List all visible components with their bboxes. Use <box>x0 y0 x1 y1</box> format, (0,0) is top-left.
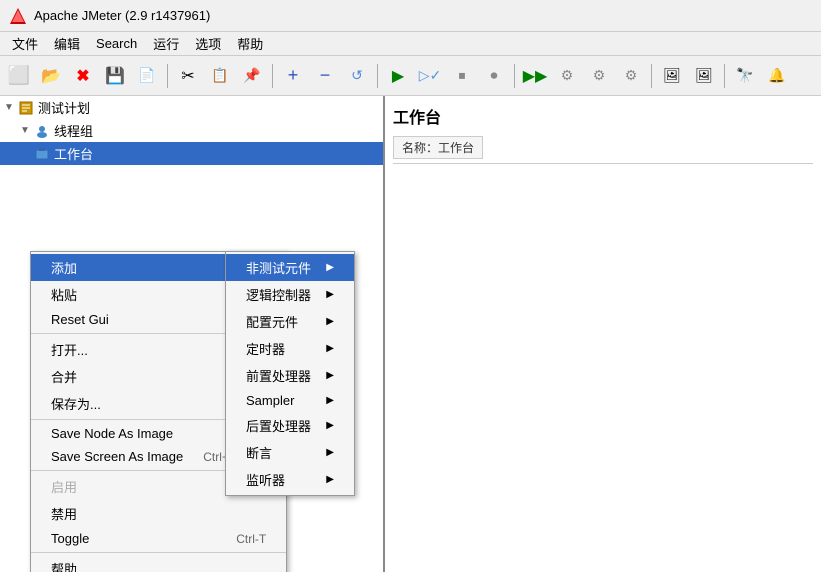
ctx-help[interactable]: 帮助 <box>31 555 286 572</box>
toolbar-sep5 <box>651 64 652 88</box>
right-panel-title: 工作台 <box>393 104 813 128</box>
ctx2-listener[interactable]: 监听器 ▶ <box>226 466 354 493</box>
toolbar: ⬜ 📂 ✖ 💾 📄 ✂ 📋 📌 + − ↺ ▶ ▷✓ ⏹ ⏺ ▶▶ ⚙ ⚙ ⚙ … <box>0 56 821 96</box>
ctx2-assertion-arrow: ▶ <box>326 447 334 458</box>
left-panel: ▼ 测试计划 ▼ 线程组 工作台 添加 ▶ <box>0 96 385 572</box>
toolbar-sep6 <box>724 64 725 88</box>
toolbar-img2[interactable]: 🖼 <box>689 61 719 91</box>
ctx-disable[interactable]: 禁用 <box>31 500 286 527</box>
main-area: ▼ 测试计划 ▼ 线程组 工作台 添加 ▶ <box>0 96 821 572</box>
toolbar-copy[interactable]: 📋 <box>205 61 235 91</box>
menu-search[interactable]: Search <box>88 34 145 53</box>
toolbar-save[interactable]: 💾 <box>100 61 130 91</box>
app-icon <box>8 6 28 26</box>
icon-test-plan <box>18 100 34 116</box>
toolbar-open[interactable]: 📂 <box>36 61 66 91</box>
toolbar-close[interactable]: ✖ <box>68 61 98 91</box>
toolbar-remote[interactable]: ▶▶ <box>520 61 550 91</box>
toolbar-bell[interactable]: 🔔 <box>762 61 792 91</box>
icon-workbench <box>34 146 50 162</box>
toolbar-binoculars[interactable]: 🔭 <box>730 61 760 91</box>
ctx2-logic-ctrl[interactable]: 逻辑控制器 ▶ <box>226 281 354 308</box>
ctx-sep4 <box>31 552 286 553</box>
ctx2-sampler[interactable]: Sampler ▶ <box>226 389 354 412</box>
toolbar-run[interactable]: ▶ <box>383 61 413 91</box>
toolbar-cut[interactable]: ✂ <box>173 61 203 91</box>
toolbar-collapse[interactable]: − <box>310 61 340 91</box>
context-menu-2: 非测试元件 ▶ 逻辑控制器 ▶ 配置元件 ▶ 定时器 ▶ 前置处理器 ▶ <box>225 251 355 496</box>
toolbar-img1[interactable]: 🖼 <box>657 61 687 91</box>
title-bar: Apache JMeter (2.9 r1437961) <box>0 0 821 32</box>
toolbar-expand[interactable]: + <box>278 61 308 91</box>
menu-edit[interactable]: 编辑 <box>46 32 88 55</box>
tree-label-thread-group: 线程组 <box>54 121 93 140</box>
toolbar-gear2[interactable]: ⚙ <box>584 61 614 91</box>
toolbar-sep4 <box>514 64 515 88</box>
tree-label-test-plan: 测试计划 <box>38 98 90 117</box>
ctx2-logic-arrow: ▶ <box>326 289 334 300</box>
ctx2-pre-processor[interactable]: 前置处理器 ▶ <box>226 362 354 389</box>
icon-thread-group <box>34 123 50 139</box>
ctx2-config-arrow: ▶ <box>326 316 334 327</box>
toolbar-stop2[interactable]: ⏺ <box>479 61 509 91</box>
context-menu-2-box: 非测试元件 ▶ 逻辑控制器 ▶ 配置元件 ▶ 定时器 ▶ 前置处理器 ▶ <box>225 251 355 496</box>
toolbar-paste[interactable]: 📌 <box>237 61 267 91</box>
ctx2-pre-arrow: ▶ <box>326 370 334 381</box>
toolbar-undo[interactable]: ↺ <box>342 61 372 91</box>
expand-thread-group[interactable]: ▼ <box>20 125 34 136</box>
workbench-tab-name: 名称：工作台 <box>393 136 483 159</box>
right-panel: 工作台 名称：工作台 <box>385 96 821 572</box>
tree-item-thread-group[interactable]: ▼ 线程组 <box>0 119 383 142</box>
toolbar-stop[interactable]: ⏹ <box>447 61 477 91</box>
expand-test-plan[interactable]: ▼ <box>4 102 18 113</box>
workbench-header: 名称：工作台 <box>393 136 813 164</box>
tree-item-test-plan[interactable]: ▼ 测试计划 <box>0 96 383 119</box>
menu-run[interactable]: 运行 <box>145 32 187 55</box>
ctx2-listener-arrow: ▶ <box>326 474 334 485</box>
toolbar-sep3 <box>377 64 378 88</box>
ctx-toggle[interactable]: Toggle Ctrl-T <box>31 527 286 550</box>
toolbar-run-check[interactable]: ▷✓ <box>415 61 445 91</box>
tree-item-workbench[interactable]: 工作台 <box>0 142 383 165</box>
ctx2-non-test[interactable]: 非测试元件 ▶ <box>226 254 354 281</box>
ctx2-timer-arrow: ▶ <box>326 343 334 354</box>
ctx2-assertion[interactable]: 断言 ▶ <box>226 439 354 466</box>
ctx2-post-processor[interactable]: 后置处理器 ▶ <box>226 412 354 439</box>
toolbar-gear3[interactable]: ⚙ <box>616 61 646 91</box>
menu-help[interactable]: 帮助 <box>229 32 271 55</box>
menu-options[interactable]: 选项 <box>187 32 229 55</box>
ctx2-timer[interactable]: 定时器 ▶ <box>226 335 354 362</box>
toolbar-saveas[interactable]: 📄 <box>132 61 162 91</box>
ctx2-config[interactable]: 配置元件 ▶ <box>226 308 354 335</box>
tree-label-workbench: 工作台 <box>54 144 93 163</box>
ctx2-non-test-arrow: ▶ <box>326 262 334 273</box>
window-title: Apache JMeter (2.9 r1437961) <box>34 8 210 23</box>
menu-bar: 文件 编辑 Search 运行 选项 帮助 <box>0 32 821 56</box>
menu-file[interactable]: 文件 <box>4 32 46 55</box>
toolbar-new[interactable]: ⬜ <box>4 61 34 91</box>
toolbar-sep1 <box>167 64 168 88</box>
ctx2-post-arrow: ▶ <box>326 420 334 431</box>
toolbar-sep2 <box>272 64 273 88</box>
ctx2-sampler-arrow: ▶ <box>326 395 334 406</box>
toolbar-gear1[interactable]: ⚙ <box>552 61 582 91</box>
